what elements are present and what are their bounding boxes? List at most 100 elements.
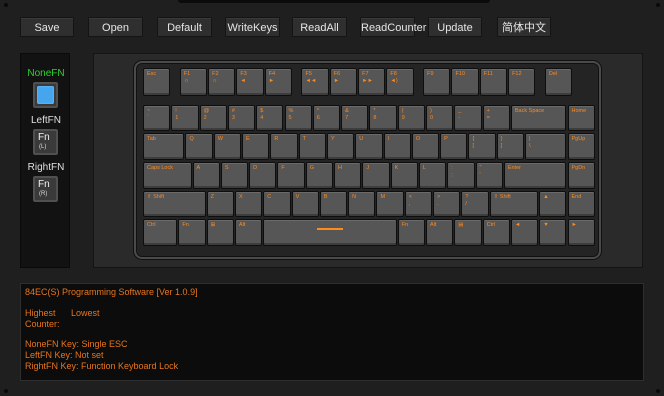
- key-row2-5[interactable]: T: [298, 133, 326, 160]
- key-row4-9[interactable]: >.: [433, 191, 461, 217]
- nonefn-key[interactable]: [32, 81, 59, 109]
- key-row2-13[interactable]: | \: [525, 133, 567, 160]
- update-button[interactable]: Update: [428, 17, 482, 37]
- key-legend: F8: [390, 71, 397, 77]
- key-row2-7[interactable]: U: [355, 133, 383, 160]
- key-row0-0[interactable]: Esc: [143, 68, 171, 96]
- readcounter-button[interactable]: ReadCounter: [360, 17, 426, 37]
- key-row4-4[interactable]: V: [291, 191, 319, 217]
- key-row0-1[interactable]: F1 ☼: [179, 68, 208, 96]
- key-row5-10[interactable]: ▼: [539, 219, 567, 246]
- key-row3-8[interactable]: K: [390, 162, 418, 189]
- key-row2-3[interactable]: E: [242, 133, 270, 160]
- key-row0-4[interactable]: F4 ►: [264, 68, 292, 96]
- key-row0-10[interactable]: F10: [451, 68, 479, 96]
- default-button[interactable]: Default: [157, 17, 212, 37]
- key-row3-5[interactable]: G: [305, 162, 334, 189]
- key-row1-4[interactable]: $4: [256, 105, 284, 131]
- key-row1-2[interactable]: @2: [199, 105, 227, 131]
- key-row4-1[interactable]: Z: [206, 191, 234, 217]
- key-row0-5[interactable]: F5 ◄◄: [301, 68, 329, 96]
- key-row2-0[interactable]: Tab: [143, 133, 185, 160]
- key-row5-8[interactable]: Ctrl: [482, 219, 510, 246]
- key-row3-9[interactable]: L: [418, 162, 447, 189]
- key-row1-12[interactable]: + =: [482, 105, 510, 131]
- key-row5-3[interactable]: Alt: [234, 219, 263, 246]
- key-legend-sub: `: [147, 115, 149, 121]
- key-row5-1[interactable]: Fn: [178, 219, 206, 246]
- key-row4-10[interactable]: ? /: [461, 191, 489, 217]
- key-row1-3[interactable]: #3: [227, 105, 256, 131]
- key-row3-6[interactable]: H: [334, 162, 362, 189]
- open-button[interactable]: Open: [88, 17, 143, 37]
- key-row1-13[interactable]: Back Space: [510, 105, 567, 131]
- key-row4-5[interactable]: B: [319, 191, 348, 217]
- key-row5-11[interactable]: ►: [567, 219, 595, 246]
- key-row1-11[interactable]: _ -: [454, 105, 482, 131]
- rightfn-key[interactable]: Fn (R): [32, 175, 59, 203]
- key-row0-9[interactable]: F9: [423, 68, 451, 96]
- key-row2-6[interactable]: Y: [326, 133, 355, 160]
- key-row3-1[interactable]: A: [192, 162, 220, 189]
- key-row5-5[interactable]: Fn: [397, 219, 425, 246]
- key-row0-6[interactable]: F6 ►: [329, 68, 358, 96]
- key-row2-2[interactable]: W: [213, 133, 242, 160]
- key-row2-8[interactable]: I: [383, 133, 411, 160]
- key-row1-1[interactable]: ! 1: [171, 105, 199, 131]
- key-row5-7[interactable]: ▤: [454, 219, 482, 246]
- key-row2-1[interactable]: Q: [185, 133, 213, 160]
- key-row5-2[interactable]: ⊞: [206, 219, 234, 246]
- key-row3-0[interactable]: Caps Lock: [143, 162, 192, 189]
- key-legend-sub: 7: [345, 115, 349, 121]
- key-row0-13[interactable]: Del: [544, 68, 573, 96]
- key-row0-8[interactable]: F8 ◄): [386, 68, 414, 96]
- key-row4-0[interactable]: ⇧ Shift: [143, 191, 206, 217]
- key-row0-11[interactable]: F11: [479, 68, 508, 96]
- key-row3-3[interactable]: D: [249, 162, 277, 189]
- readall-button[interactable]: ReadAll: [292, 17, 347, 37]
- key-row1-6[interactable]: ^ 6: [312, 105, 341, 131]
- key-row2-11[interactable]: {[: [468, 133, 496, 160]
- key-row0-3[interactable]: F3 ◄: [236, 68, 264, 96]
- key-row4-6[interactable]: N: [348, 191, 376, 217]
- key-row0-12[interactable]: F12: [508, 68, 536, 96]
- key-row2-9[interactable]: O: [411, 133, 440, 160]
- key-row3-4[interactable]: F: [277, 162, 305, 189]
- key-row3-2[interactable]: S: [220, 162, 249, 189]
- key-row4-12[interactable]: ▲: [539, 191, 567, 217]
- key-row3-10[interactable]: :;: [447, 162, 475, 189]
- key-row4-13[interactable]: End: [567, 191, 595, 217]
- key-row1-7[interactable]: & 7: [341, 105, 369, 131]
- key-row5-9[interactable]: ◄: [510, 219, 539, 246]
- key-row5-0[interactable]: Ctrl: [143, 219, 178, 246]
- key-row4-7[interactable]: M: [376, 191, 404, 217]
- key-row1-14[interactable]: Home: [567, 105, 595, 131]
- key-legend: PgUp: [571, 136, 586, 142]
- key-row0-2[interactable]: F2 ☼: [208, 68, 236, 96]
- key-row2-4[interactable]: R: [270, 133, 298, 160]
- key-row4-3[interactable]: C: [263, 191, 291, 217]
- key-row1-8[interactable]: * 8: [369, 105, 397, 131]
- key-row4-2[interactable]: X: [234, 191, 263, 217]
- key-row1-10[interactable]: ) 0: [426, 105, 454, 131]
- key-row2-14[interactable]: PgUp: [567, 133, 595, 160]
- leftfn-key[interactable]: Fn (L): [32, 128, 59, 156]
- key-row3-12[interactable]: Enter: [503, 162, 567, 189]
- key-row4-11[interactable]: ⇧ Shift: [489, 191, 539, 217]
- writekeys-button[interactable]: WriteKeys: [225, 17, 280, 37]
- key-row5-6[interactable]: Alt: [426, 219, 454, 246]
- key-row3-11[interactable]: " ': [475, 162, 503, 189]
- key-row1-0[interactable]: ~ `: [143, 105, 171, 131]
- key-row1-5[interactable]: % 5: [284, 105, 312, 131]
- key-row3-13[interactable]: PgDn: [567, 162, 595, 189]
- key-row2-10[interactable]: P: [440, 133, 468, 160]
- language-chinese-button[interactable]: 简体中文: [497, 17, 551, 37]
- save-button[interactable]: Save: [20, 17, 74, 37]
- key-legend-sub: 5: [288, 115, 292, 121]
- key-row4-8[interactable]: <,: [404, 191, 433, 217]
- key-row3-7[interactable]: J: [362, 162, 390, 189]
- key-row0-7[interactable]: F7 ►►: [358, 68, 386, 96]
- key-row1-9[interactable]: (9: [397, 105, 425, 131]
- key-row2-12[interactable]: }]: [496, 133, 525, 160]
- key-row5-4[interactable]: [263, 219, 397, 246]
